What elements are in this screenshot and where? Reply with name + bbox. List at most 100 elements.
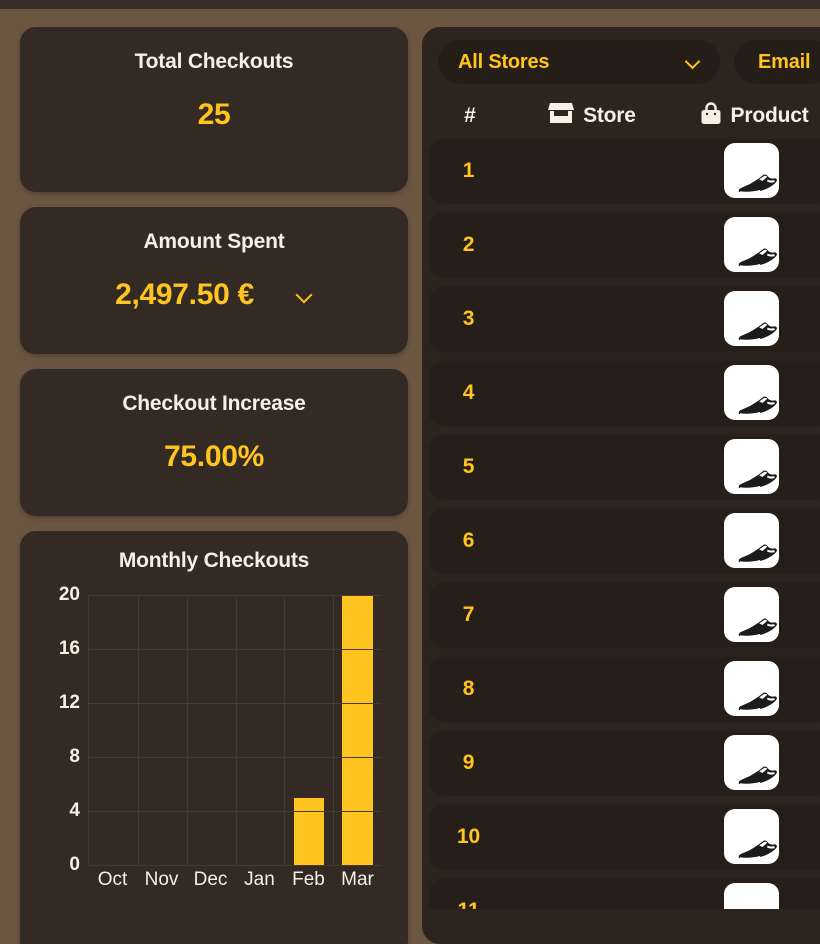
sneaker-thumbnail[interactable] [723,587,779,642]
shopping-bag-icon [700,101,722,131]
row-product [669,365,820,420]
row-product [669,143,820,198]
monthly-checkouts-chart-card: Monthly Checkouts 0 4 8 12 16 20 Oct Nov Dec Jan… [20,531,408,944]
column-label: Store [583,104,636,127]
chart-bar-cell [284,595,333,865]
sneaker-thumbnail[interactable] [723,809,779,864]
table-row[interactable]: 4 [430,361,820,424]
stat-title: Total Checkouts [134,50,294,73]
row-number: 11 [430,899,507,910]
row-product [669,883,820,909]
store-filter-value: All Stores [458,50,550,73]
table-row[interactable]: 8 [430,657,820,720]
stat-card-amount-spent: Amount Spent 2,497.50 € [20,207,408,354]
sneaker-thumbnail[interactable] [723,439,779,494]
column-header-store[interactable]: Store [512,102,672,130]
row-number: 1 [462,158,475,182]
chart-y-tick-label: 4 [69,800,80,821]
amount-spent-row: 2,497.50 € [38,278,390,312]
dashboard-root: Total Checkouts 25 Amount Spent 2,497.50… [0,0,820,944]
row-number: 6 [462,528,475,552]
chevron-down-icon[interactable] [296,287,313,304]
chart-x-tick-label: Oct [97,869,128,890]
store-filter-select[interactable]: All Stores [438,40,720,84]
row-number: 10 [456,824,481,848]
table-row[interactable]: 11 [430,879,820,909]
sneaker-thumbnail[interactable] [723,365,779,420]
chart-y-tick-label: 0 [69,854,80,875]
table-row[interactable]: 9 [430,731,820,794]
chart-y-tick-label: 12 [58,692,80,713]
chart-y-tick-label: 20 [58,584,80,605]
sneaker-thumbnail[interactable] [723,735,779,790]
column-header-number[interactable]: # [428,104,512,128]
chart-x-tick-label: Mar [341,869,374,890]
table-row[interactable]: 3 [430,287,820,350]
column-label: # [464,104,476,127]
stats-column: Total Checkouts 25 Amount Spent 2,497.50… [20,27,408,944]
chart-gridline [137,595,139,865]
row-number: 9 [462,750,475,774]
chart-y-tick-label: 8 [69,746,80,767]
chart-bar-cell [138,595,187,865]
storefront-icon [548,102,575,130]
row-number: 3 [462,306,475,330]
stat-card-total-checkouts: Total Checkouts 25 [20,27,408,192]
sneaker-thumbnail[interactable] [723,291,779,346]
row-number: 8 [462,676,475,700]
row-product [669,439,820,494]
table-row[interactable]: 1 [430,139,820,202]
table-header: # Store Product [422,93,820,139]
chart-bar [293,797,324,865]
stat-title: Amount Spent [143,230,285,253]
table-row[interactable]: 5 [430,435,820,498]
chart-x-tick-label: Feb [292,869,325,890]
row-number: 2 [462,232,475,256]
sneaker-thumbnail[interactable] [723,143,779,198]
row-number: 4 [462,380,475,404]
row-product [669,661,820,716]
table-row[interactable]: 10 [430,805,820,868]
row-product [669,291,820,346]
checkouts-table-body[interactable]: 1 2 3 4 5 6 7 8 9 10 11 [422,139,820,909]
chevron-down-icon [685,55,700,70]
stat-value: 75.00% [164,440,264,474]
table-row[interactable]: 7 [430,583,820,646]
row-number: 7 [462,602,475,626]
column-header-product[interactable]: Product [672,101,820,131]
chart-gridline [235,595,237,865]
row-product [669,513,820,568]
row-product [669,735,820,790]
row-product [669,217,820,272]
top-window-strip [0,0,820,9]
sneaker-thumbnail[interactable] [723,883,779,909]
sneaker-thumbnail[interactable] [723,661,779,716]
stat-value: 25 [197,98,231,132]
checkouts-panel: All Stores Email # Store Product 1 2 3 4… [422,27,820,944]
chart-bar-cell [333,595,382,865]
chart-gridline [186,595,188,865]
stat-card-checkout-increase: Checkout Increase 75.00% [20,369,408,516]
chart-y-tick-label: 16 [58,638,80,659]
chart-area: 0 4 8 12 16 20 Oct Nov Dec Jan Feb Mar [36,584,392,895]
chart-gridline [333,595,335,865]
row-number: 5 [462,454,475,478]
table-row[interactable]: 6 [430,509,820,572]
sneaker-thumbnail[interactable] [723,217,779,272]
column-label: Product [730,104,809,127]
chart-bar-cell [187,595,236,865]
chart-title: Monthly Checkouts [118,549,310,572]
chart-x-tick-label: Dec [193,869,228,890]
row-product [669,809,820,864]
chart-x-tick-label: Jan [244,869,275,890]
stat-value: 2,497.50 € [115,278,254,312]
chart-x-tick-label: Nov [144,869,179,890]
row-product [669,587,820,642]
email-button[interactable]: Email [734,40,820,84]
chart-bar [342,595,373,865]
chart-bar-cell [235,595,284,865]
sneaker-thumbnail[interactable] [723,513,779,568]
chart-plot-area: 0 4 8 12 16 20 [59,584,382,875]
stat-title: Checkout Increase [122,392,306,415]
table-row[interactable]: 2 [430,213,820,276]
